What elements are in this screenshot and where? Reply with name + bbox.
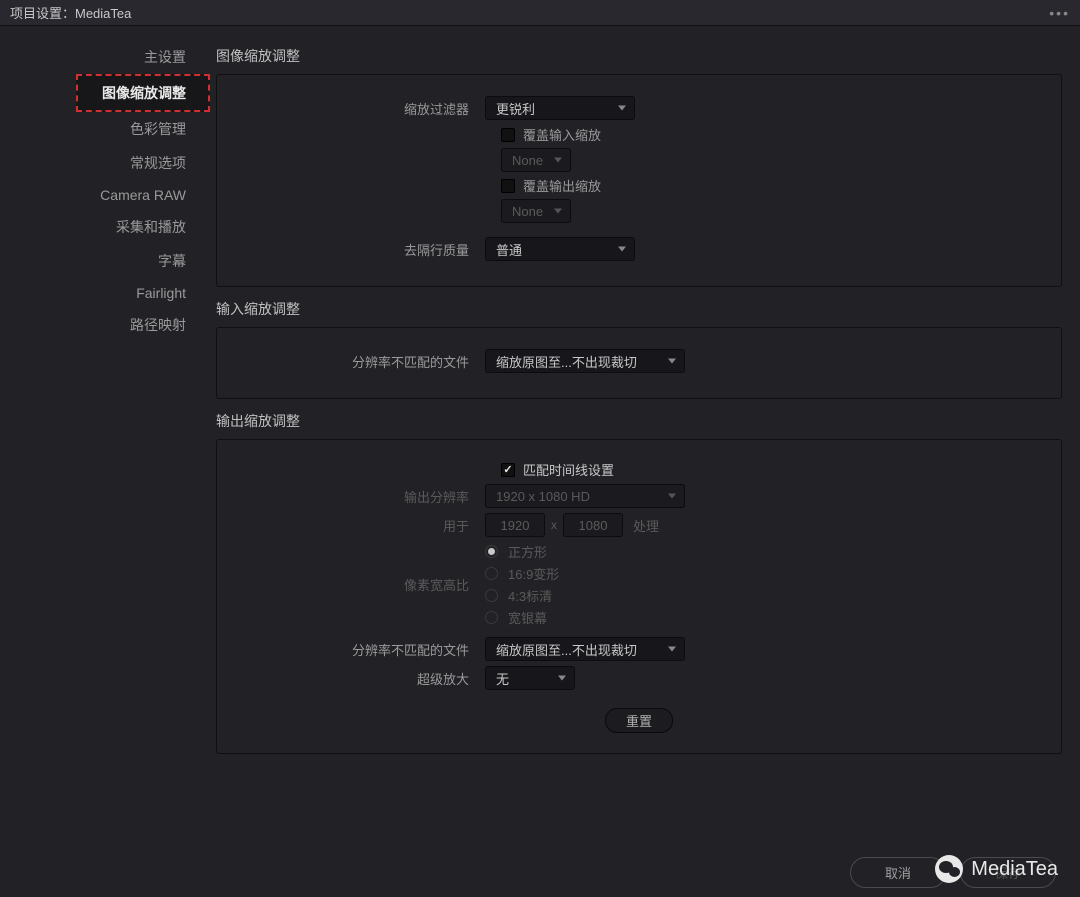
label-override-output: 覆盖输出缩放 [523,176,601,195]
select-output-resolution: 1920 x 1080 HD [485,484,685,508]
sidebar-item-general[interactable]: 常规选项 [0,146,210,180]
sidebar-item-fairlight[interactable]: Fairlight [0,278,210,308]
sidebar-item-image-scaling[interactable]: 图像缩放调整 [76,74,210,112]
section-title-input-scaling: 输入缩放调整 [216,299,1062,319]
select-output-mismatch[interactable]: 缩放原图至...不出现裁切 [485,637,685,661]
section-title-output-scaling: 输出缩放调整 [216,411,1062,431]
sidebar-item-subtitles[interactable]: 字幕 [0,244,210,278]
cancel-button[interactable]: 取消 [850,857,946,888]
main-container: 主设置 图像缩放调整 色彩管理 常规选项 Camera RAW 采集和播放 字幕… [0,26,1080,847]
label-process: 处理 [633,516,659,535]
select-super-scale[interactable]: 无 [485,666,575,690]
label-par: 像素宽高比 [237,575,485,594]
input-height: 1080 [563,513,623,537]
select-override-output-value: None [501,199,571,223]
radio-par-square [485,545,498,558]
label-deinterlace: 去隔行质量 [237,240,485,259]
label-input-mismatch: 分辨率不匹配的文件 [237,352,485,371]
reset-button[interactable]: 重置 [605,708,673,733]
overflow-menu-icon[interactable]: ••• [1049,5,1070,21]
radio-par-cinemascope [485,611,498,624]
label-super-scale: 超级放大 [237,669,485,688]
panel-output-scaling: 匹配时间线设置 输出分辨率 1920 x 1080 HD 用于 1920 x 1… [216,439,1062,754]
select-override-input-value: None [501,148,571,172]
panel-input-scaling: 分辨率不匹配的文件 缩放原图至...不出现裁切 [216,327,1062,399]
save-button[interactable]: 保存 [960,857,1056,888]
sidebar: 主设置 图像缩放调整 色彩管理 常规选项 Camera RAW 采集和播放 字幕… [0,26,210,847]
section-title-image-scaling: 图像缩放调整 [216,46,1062,66]
select-deinterlace[interactable]: 普通 [485,237,635,261]
label-match-timeline: 匹配时间线设置 [523,460,614,479]
radio-par-43 [485,589,498,602]
label-override-input: 覆盖输入缩放 [523,125,601,144]
checkbox-match-timeline[interactable] [501,463,515,477]
sidebar-item-capture-playback[interactable]: 采集和播放 [0,210,210,244]
titlebar: 项目设置：MediaTea ••• [0,0,1080,26]
footer: 取消 保存 [0,847,1080,897]
sidebar-item-path-mapping[interactable]: 路径映射 [0,308,210,342]
label-output-resolution: 输出分辨率 [237,487,485,506]
label-output-mismatch: 分辨率不匹配的文件 [237,640,485,659]
sidebar-item-camera-raw[interactable]: Camera RAW [0,180,210,210]
sidebar-item-main[interactable]: 主设置 [0,40,210,74]
checkbox-override-output[interactable] [501,179,515,193]
checkbox-override-input[interactable] [501,128,515,142]
select-input-mismatch[interactable]: 缩放原图至...不出现裁切 [485,349,685,373]
label-for: 用于 [237,516,485,535]
radio-par-169 [485,567,498,580]
input-width: 1920 [485,513,545,537]
label-resize-filter: 缩放过滤器 [237,99,485,118]
window-title: 项目设置：MediaTea [10,3,131,22]
label-x: x [551,518,557,532]
select-resize-filter[interactable]: 更锐利 [485,96,635,120]
sidebar-item-color-management[interactable]: 色彩管理 [0,112,210,146]
panel-image-scaling: 缩放过滤器 更锐利 覆盖输入缩放 None 覆盖输出缩放 None 去隔行质量 … [216,74,1062,287]
main-panel: 图像缩放调整 缩放过滤器 更锐利 覆盖输入缩放 None 覆盖输出缩放 None… [210,26,1080,847]
